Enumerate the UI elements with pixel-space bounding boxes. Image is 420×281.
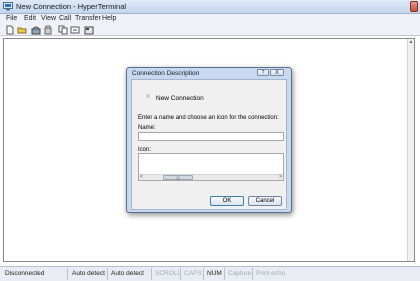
new-document-icon[interactable] xyxy=(5,25,15,35)
hyperterminal-app-icon xyxy=(3,2,13,11)
receive-icon[interactable] xyxy=(70,25,80,35)
status-print-echo: Print echo xyxy=(256,270,286,277)
menu-transfer[interactable]: Transfer xyxy=(75,15,101,22)
status-connection: Disconnected xyxy=(5,270,45,277)
status-num: NUM xyxy=(207,270,222,277)
status-divider xyxy=(151,268,152,280)
status-divider xyxy=(252,268,253,280)
status-bar: Disconnected Auto detect Auto detect SCR… xyxy=(0,266,420,281)
status-divider xyxy=(224,268,225,280)
status-divider xyxy=(203,268,204,280)
open-folder-icon[interactable] xyxy=(17,25,27,35)
menu-call[interactable]: Call xyxy=(59,15,71,22)
dialog-help-button[interactable]: ? xyxy=(257,69,269,76)
send-icon[interactable] xyxy=(58,25,68,35)
connection-name-heading: New Connection xyxy=(156,95,204,102)
ok-button[interactable]: OK xyxy=(210,196,244,206)
status-divider xyxy=(67,268,68,280)
menu-edit[interactable]: Edit xyxy=(24,15,36,22)
instruction-text: Enter a name and choose an icon for the … xyxy=(138,115,279,121)
name-label: Name: xyxy=(138,125,156,131)
status-divider xyxy=(107,268,108,280)
scroll-thumb[interactable]: ||| xyxy=(163,175,193,180)
status-caps: CAPS xyxy=(184,270,202,277)
scroll-left-icon[interactable]: < xyxy=(140,174,143,180)
status-capture: Capture xyxy=(228,270,252,277)
menu-view[interactable]: View xyxy=(41,15,56,22)
window-title: New Connection - HyperTerminal xyxy=(16,2,127,11)
window-close-button[interactable] xyxy=(410,1,418,12)
status-divider xyxy=(180,268,181,280)
dialog-body: New Connection Enter a name and choose a… xyxy=(131,79,287,210)
scroll-right-icon[interactable]: > xyxy=(279,174,282,180)
scroll-up-icon[interactable]: ▲ xyxy=(408,39,414,46)
name-input[interactable] xyxy=(138,132,284,141)
vertical-scrollbar[interactable]: ▲ xyxy=(407,39,414,261)
call-icon[interactable] xyxy=(31,25,41,35)
properties-icon[interactable] xyxy=(84,25,94,35)
menu-bar: File Edit View Call Transfer Help xyxy=(0,14,420,24)
dialog-close-button[interactable]: X xyxy=(270,69,284,76)
dialog-title: Connection Description xyxy=(132,70,200,77)
horizontal-scrollbar[interactable]: < ||| > xyxy=(139,174,283,180)
disconnect-icon[interactable] xyxy=(43,25,53,35)
connection-description-dialog: Connection Description ? X New Connectio… xyxy=(126,67,292,213)
status-scroll: SCROLL xyxy=(155,270,182,277)
icon-picker-list[interactable]: < ||| > xyxy=(138,153,284,181)
menu-help[interactable]: Help xyxy=(102,15,116,22)
status-emulation-detect: Auto detect xyxy=(72,270,105,277)
connection-icon xyxy=(140,88,156,104)
menu-file[interactable]: File xyxy=(6,15,17,22)
status-settings-detect: Auto detect xyxy=(111,270,144,277)
toolbar xyxy=(0,24,420,36)
window-titlebar[interactable]: New Connection - HyperTerminal xyxy=(0,0,420,14)
cancel-button[interactable]: Cancel xyxy=(248,196,282,206)
